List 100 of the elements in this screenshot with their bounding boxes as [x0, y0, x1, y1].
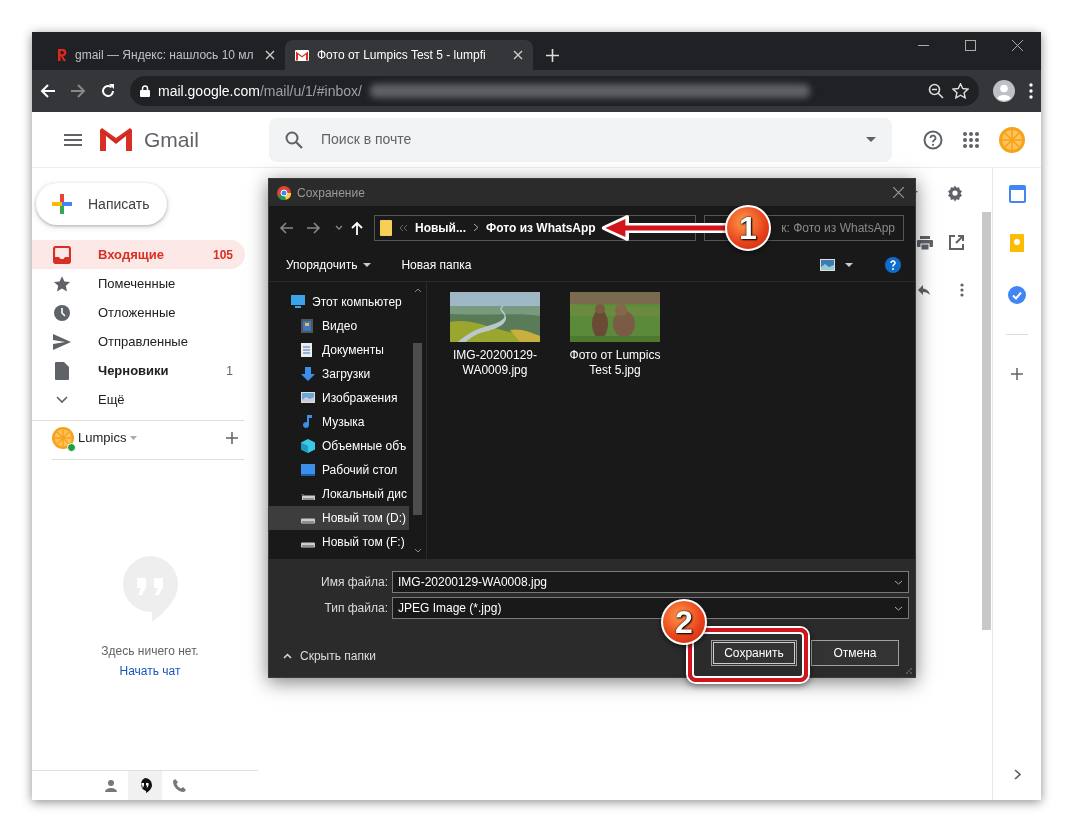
tree-item[interactable]: Новый том (D:) [269, 506, 409, 530]
document-icon [301, 343, 315, 357]
tree-item[interactable]: Новый том (F:) [269, 530, 409, 554]
video-icon [301, 319, 315, 333]
gmail-logo-icon[interactable] [98, 126, 134, 153]
folder-item[interactable]: Отправленные [32, 327, 245, 356]
breadcrumb-item[interactable]: Фото из WhatsApp [486, 218, 596, 237]
save-button[interactable]: Сохранить [711, 640, 797, 666]
reply-icon[interactable] [918, 285, 930, 295]
compose-button[interactable]: Написать [36, 183, 167, 225]
menu-icon[interactable] [64, 133, 82, 146]
account-name[interactable]: Lumpics [78, 428, 127, 448]
scrollbar-thumb[interactable] [982, 212, 991, 630]
star-icon [53, 274, 71, 293]
plus-icon [50, 192, 74, 216]
back-icon[interactable] [279, 221, 293, 234]
scroll-up-icon[interactable] [413, 288, 422, 293]
up-icon[interactable] [351, 220, 363, 235]
tree-item[interactable]: Загрузки [269, 362, 409, 386]
close-icon[interactable] [513, 50, 523, 60]
file-name-field[interactable]: IMG-20200129-WA0008.jpg [392, 571, 909, 593]
view-icon[interactable] [820, 259, 835, 271]
tree-item[interactable]: Локальный дис [269, 482, 409, 506]
forward-icon[interactable] [307, 221, 321, 234]
calendar-icon[interactable] [1008, 185, 1026, 203]
close-icon[interactable] [265, 50, 275, 60]
tree-item[interactable]: Изображения [269, 386, 409, 410]
profile-icon[interactable] [993, 80, 1015, 102]
printer-icon[interactable] [917, 235, 933, 250]
cancel-button[interactable]: Отмена [811, 640, 899, 666]
browser-tab[interactable]: Фото от Lumpics Test 5 - lumpfi [285, 40, 533, 70]
new-tab-icon[interactable] [545, 48, 559, 62]
file-name[interactable]: Фото от Lumpics Test 5.jpg [565, 348, 665, 378]
reload-icon[interactable] [100, 83, 116, 99]
chevron-down-icon [894, 605, 903, 611]
inbox-icon [53, 245, 71, 264]
folder-item[interactable]: Помеченные [32, 269, 245, 298]
tree-item[interactable]: Рабочий стол [269, 458, 409, 482]
tree-item[interactable]: Объемные объ [269, 434, 409, 458]
organize-menu[interactable]: Упорядочить [286, 256, 372, 274]
gmail-icon [295, 49, 309, 61]
folder-item[interactable]: Ещё [32, 385, 245, 414]
folder-item[interactable]: Отложенные [32, 298, 245, 327]
help-icon[interactable] [885, 257, 901, 273]
tree-item[interactable]: Музыка [269, 410, 409, 434]
menu-icon[interactable] [1029, 83, 1033, 99]
folder-item[interactable]: Входящие 105 [32, 240, 245, 269]
forward-icon[interactable] [70, 83, 86, 99]
star-icon[interactable] [952, 83, 969, 99]
file-name[interactable]: IMG-20200129-WA0009.jpg [445, 348, 545, 378]
chevron-right-icon[interactable] [1013, 769, 1021, 780]
hide-folders-toggle[interactable]: Скрыть папки [283, 647, 376, 665]
chrome-icon [277, 185, 291, 200]
maximize-icon[interactable] [965, 40, 976, 51]
breadcrumb-item[interactable]: Новый... [415, 218, 466, 237]
desktop-icon [301, 463, 315, 477]
open-new-window-icon[interactable] [949, 235, 964, 250]
caret-icon[interactable] [845, 263, 853, 267]
add-icon[interactable] [1011, 368, 1023, 380]
tree-item[interactable]: Документы [269, 338, 409, 362]
new-folder-button[interactable]: Новая папка [401, 256, 472, 274]
field-label: Имя файла: [320, 574, 388, 591]
close-icon[interactable] [1012, 40, 1023, 51]
chat-tab[interactable] [128, 771, 162, 800]
scroll-down-icon[interactable] [413, 548, 422, 553]
add-icon[interactable] [226, 432, 238, 444]
hangouts-icon [138, 778, 152, 793]
drive-icon [301, 518, 315, 524]
chevron-up-icon [283, 653, 292, 659]
zoom-icon[interactable] [928, 83, 944, 99]
more-icon[interactable] [960, 283, 964, 297]
search-icon[interactable] [285, 130, 303, 149]
browser-tab[interactable]: gmail — Яндекс: нашлось 10 мл [45, 40, 285, 70]
drive-icon [301, 494, 315, 500]
avatar-icon [52, 427, 74, 449]
tree-item[interactable]: Этот компьютер [269, 290, 409, 314]
phone-icon[interactable] [172, 779, 186, 792]
tree-item[interactable]: Видео [269, 314, 409, 338]
folder-item[interactable]: Черновики 1 [32, 356, 245, 385]
caret-icon [363, 263, 372, 267]
start-chat-link[interactable]: Начать чат [119, 662, 181, 680]
caret-icon[interactable] [866, 137, 876, 142]
close-icon[interactable] [893, 187, 904, 198]
computer-icon [291, 295, 305, 309]
clock-icon [53, 303, 71, 322]
empty-chat-text: Здесь ничего нет. [101, 643, 199, 660]
settings-icon[interactable] [946, 184, 964, 202]
breadcrumb-bar[interactable]: Новый... Фото из WhatsApp [374, 214, 696, 241]
scrollbar-thumb[interactable] [413, 343, 422, 515]
resize-grip-icon [906, 668, 912, 674]
address-bar[interactable]: mail.google.com/mail/u/1/#inbox/ [130, 76, 979, 106]
person-icon[interactable] [105, 779, 117, 792]
apps-icon[interactable] [963, 131, 979, 148]
chevron-down-icon [56, 395, 68, 404]
search-field[interactable]: Поиск в почте [269, 117, 892, 162]
music-icon [301, 415, 315, 429]
help-icon[interactable] [923, 129, 943, 150]
caret-icon[interactable] [335, 225, 343, 230]
send-icon [53, 333, 71, 350]
tasks-icon[interactable] [1008, 286, 1026, 304]
